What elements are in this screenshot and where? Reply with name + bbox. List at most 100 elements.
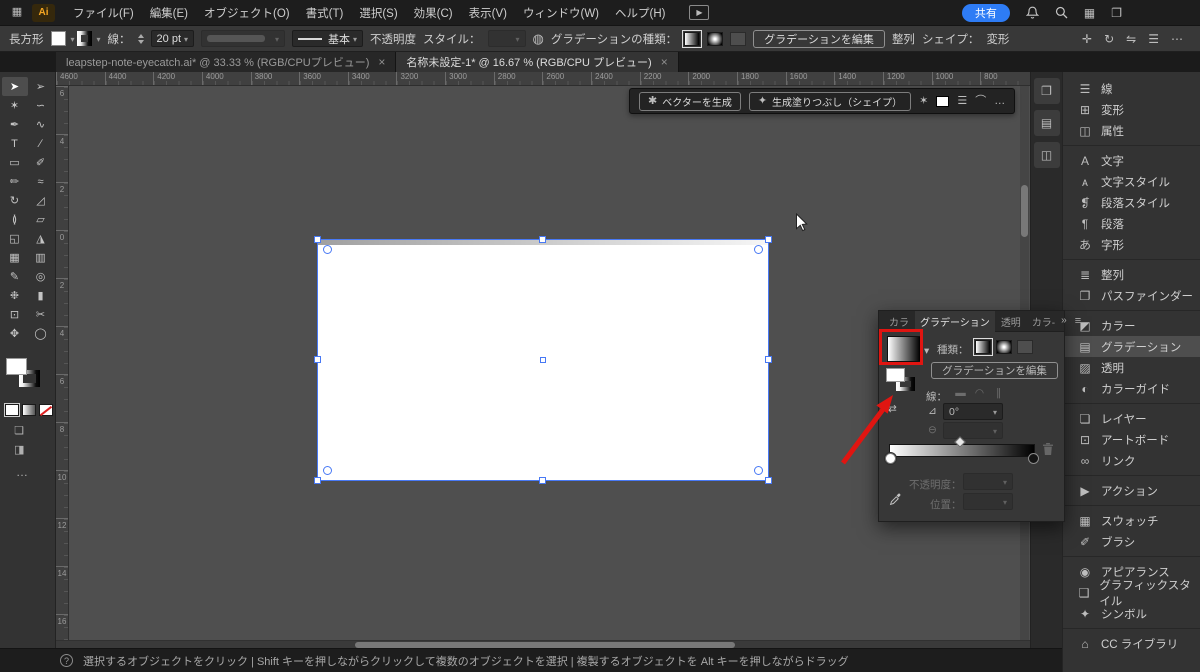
- blend-tool[interactable]: ◎: [28, 267, 54, 286]
- panel-tab-pathfinder[interactable]: ❐ パスファインダー: [1063, 285, 1200, 306]
- selection-handle[interactable]: [765, 236, 772, 243]
- selection-handle[interactable]: [314, 356, 321, 363]
- chevron-down-icon[interactable]: [68, 33, 75, 45]
- fill-proxy[interactable]: [886, 368, 905, 382]
- selection-handle[interactable]: [765, 356, 772, 363]
- search-icon[interactable]: [1055, 6, 1068, 19]
- selection-handle[interactable]: [765, 477, 772, 484]
- gradient-tool[interactable]: ▥: [28, 248, 54, 267]
- center-point[interactable]: [540, 357, 546, 363]
- transform-link[interactable]: 変形: [986, 31, 1009, 47]
- mesh-tool[interactable]: ▦: [2, 248, 28, 267]
- menu-item[interactable]: 効果(C): [406, 5, 461, 21]
- document-tab[interactable]: leapstep-note-eyecatch.ai* @ 33.33 % (RG…: [56, 52, 396, 72]
- radial-gradient-button[interactable]: [996, 340, 1012, 354]
- panel-menu-icon[interactable]: ≡: [1075, 316, 1081, 327]
- collapsed-panel-icon-b[interactable]: ▤: [1034, 110, 1060, 136]
- selected-rectangle[interactable]: [318, 240, 768, 480]
- brush-definition-select[interactable]: 基本: [292, 30, 363, 47]
- panel-tab[interactable]: 透明: [996, 311, 1026, 332]
- curvature-tool[interactable]: ∿: [28, 115, 54, 134]
- gradient-fill-button[interactable]: [22, 404, 36, 416]
- none-fill-button[interactable]: [39, 404, 53, 416]
- draw-mode-icon[interactable]: ❏: [14, 424, 24, 437]
- fill-stroke-proxy[interactable]: [6, 358, 48, 394]
- panel-tab-graphic-styles[interactable]: ❑ グラフィックスタイル: [1063, 582, 1200, 603]
- chevron-down-icon[interactable]: [94, 33, 101, 45]
- collapse-panel-icon[interactable]: »: [1061, 316, 1067, 326]
- linear-gradient-button[interactable]: [975, 340, 991, 354]
- more-options-icon[interactable]: ⋯: [1171, 33, 1183, 45]
- type-tool[interactable]: T: [2, 134, 28, 153]
- menu-item[interactable]: ファイル(F): [65, 5, 142, 21]
- edit-gradient-button[interactable]: グラデーションを編集: [931, 362, 1058, 379]
- generate-vector-button[interactable]: ✱ ベクターを生成: [639, 92, 741, 111]
- edit-gradient-button[interactable]: グラデーションを編集: [753, 30, 885, 48]
- taskbar-more-icon[interactable]: …: [994, 96, 1005, 107]
- panel-tab-brushes[interactable]: ✐ ブラシ: [1063, 531, 1200, 552]
- generative-fill-button[interactable]: ✦ 生成塗りつぶし（シェイプ）: [749, 92, 911, 111]
- selection-handle[interactable]: [314, 236, 321, 243]
- eyedropper-tool[interactable]: ✎: [2, 267, 28, 286]
- apps-grid-icon[interactable]: ▦: [1084, 7, 1095, 19]
- panel-tab-paragraph-styles[interactable]: ❡ 段落スタイル: [1063, 192, 1200, 213]
- panel-tab-transform[interactable]: ⊞ 変形: [1063, 99, 1200, 120]
- menu-item[interactable]: ウィンドウ(W): [515, 5, 607, 21]
- share-button[interactable]: 共有: [962, 4, 1010, 22]
- workspace-switcher-icon[interactable]: ❐: [1111, 7, 1122, 19]
- selection-handle[interactable]: [539, 236, 546, 243]
- panel-tab-paragraph[interactable]: ¶ 段落: [1063, 213, 1200, 234]
- panel-tab-attributes[interactable]: ◫ 属性: [1063, 120, 1200, 141]
- panel-tab-color[interactable]: ◩ カラー: [1063, 315, 1200, 336]
- screen-mode-icon[interactable]: ◨: [14, 443, 24, 456]
- color-fill-button[interactable]: [5, 404, 19, 416]
- vertical-ruler[interactable]: 6420246810121416: [56, 86, 69, 640]
- gradient-angle-select[interactable]: 0°: [943, 403, 1003, 420]
- scale-tool[interactable]: ◿: [28, 191, 54, 210]
- panel-tab[interactable]: グラデーション: [915, 311, 995, 332]
- panel-tab-transparency[interactable]: ▨ 透明: [1063, 357, 1200, 378]
- opacity-link[interactable]: 不透明度: [370, 31, 416, 47]
- menu-item[interactable]: ヘルプ(H): [607, 5, 673, 21]
- corner-widget[interactable]: [754, 245, 763, 254]
- stroke-color-swatch[interactable]: [77, 31, 92, 46]
- width-tool[interactable]: ≬: [2, 210, 28, 229]
- panel-options-icon[interactable]: ☰: [1148, 33, 1159, 45]
- scrollbar-thumb[interactable]: [1021, 185, 1028, 237]
- rectangle-tool[interactable]: ▭: [2, 153, 28, 172]
- symbol-sprayer-tool[interactable]: ❉: [2, 286, 28, 305]
- selection-handle[interactable]: [539, 477, 546, 484]
- panel-tab-layers[interactable]: ❏ レイヤー: [1063, 408, 1200, 429]
- panel-tab-color-guide[interactable]: ◐ カラーガイド: [1063, 378, 1200, 399]
- fill-color-swatch[interactable]: [936, 96, 949, 107]
- panel-tab-symbols[interactable]: ✦ シンボル: [1063, 603, 1200, 624]
- free-transform-tool[interactable]: ▱: [28, 210, 54, 229]
- gradient-slider[interactable]: [889, 444, 1035, 457]
- document-tab[interactable]: 名称未設定-1* @ 16.67 % (RGB/CPU プレビュー) ×: [396, 52, 678, 72]
- menu-item[interactable]: 書式(T): [298, 5, 352, 21]
- shape-builder-tool[interactable]: ◱: [2, 229, 28, 248]
- rotate-view-icon[interactable]: ↻: [1104, 33, 1114, 45]
- collapsed-panel-icon-c[interactable]: ◫: [1034, 142, 1060, 168]
- artboard-tool[interactable]: ⊡: [2, 305, 28, 324]
- column-graph-tool[interactable]: ▮: [28, 286, 54, 305]
- fill-swatch[interactable]: [6, 358, 27, 375]
- panel-tab-artboards[interactable]: ⊡ アートボード: [1063, 429, 1200, 450]
- selection-tool[interactable]: ➤: [2, 77, 28, 96]
- slice-tool[interactable]: ✂: [28, 305, 54, 324]
- panel-tab-links[interactable]: ∞ リンク: [1063, 450, 1200, 471]
- gradient-annotator-icon[interactable]: ◍: [533, 32, 544, 45]
- corner-widget[interactable]: [754, 466, 763, 475]
- perspective-grid-tool[interactable]: ◮: [28, 229, 54, 248]
- reverse-gradient-icon[interactable]: ⇄: [888, 404, 897, 415]
- stroke-menu-icon[interactable]: ☰: [957, 96, 967, 107]
- gradient-stop-black[interactable]: [1028, 453, 1039, 464]
- panel-tab-gradient[interactable]: ▤ グラデーション: [1063, 336, 1200, 357]
- panel-tab-character[interactable]: A 文字: [1063, 150, 1200, 171]
- linear-gradient-button[interactable]: [684, 32, 700, 46]
- radial-gradient-button[interactable]: [707, 32, 723, 46]
- paintbrush-tool[interactable]: ✐: [28, 153, 54, 172]
- panel-tab-stroke[interactable]: ☰ 線: [1063, 78, 1200, 99]
- help-icon[interactable]: ?: [60, 654, 73, 667]
- rotate-tool[interactable]: ↻: [2, 191, 28, 210]
